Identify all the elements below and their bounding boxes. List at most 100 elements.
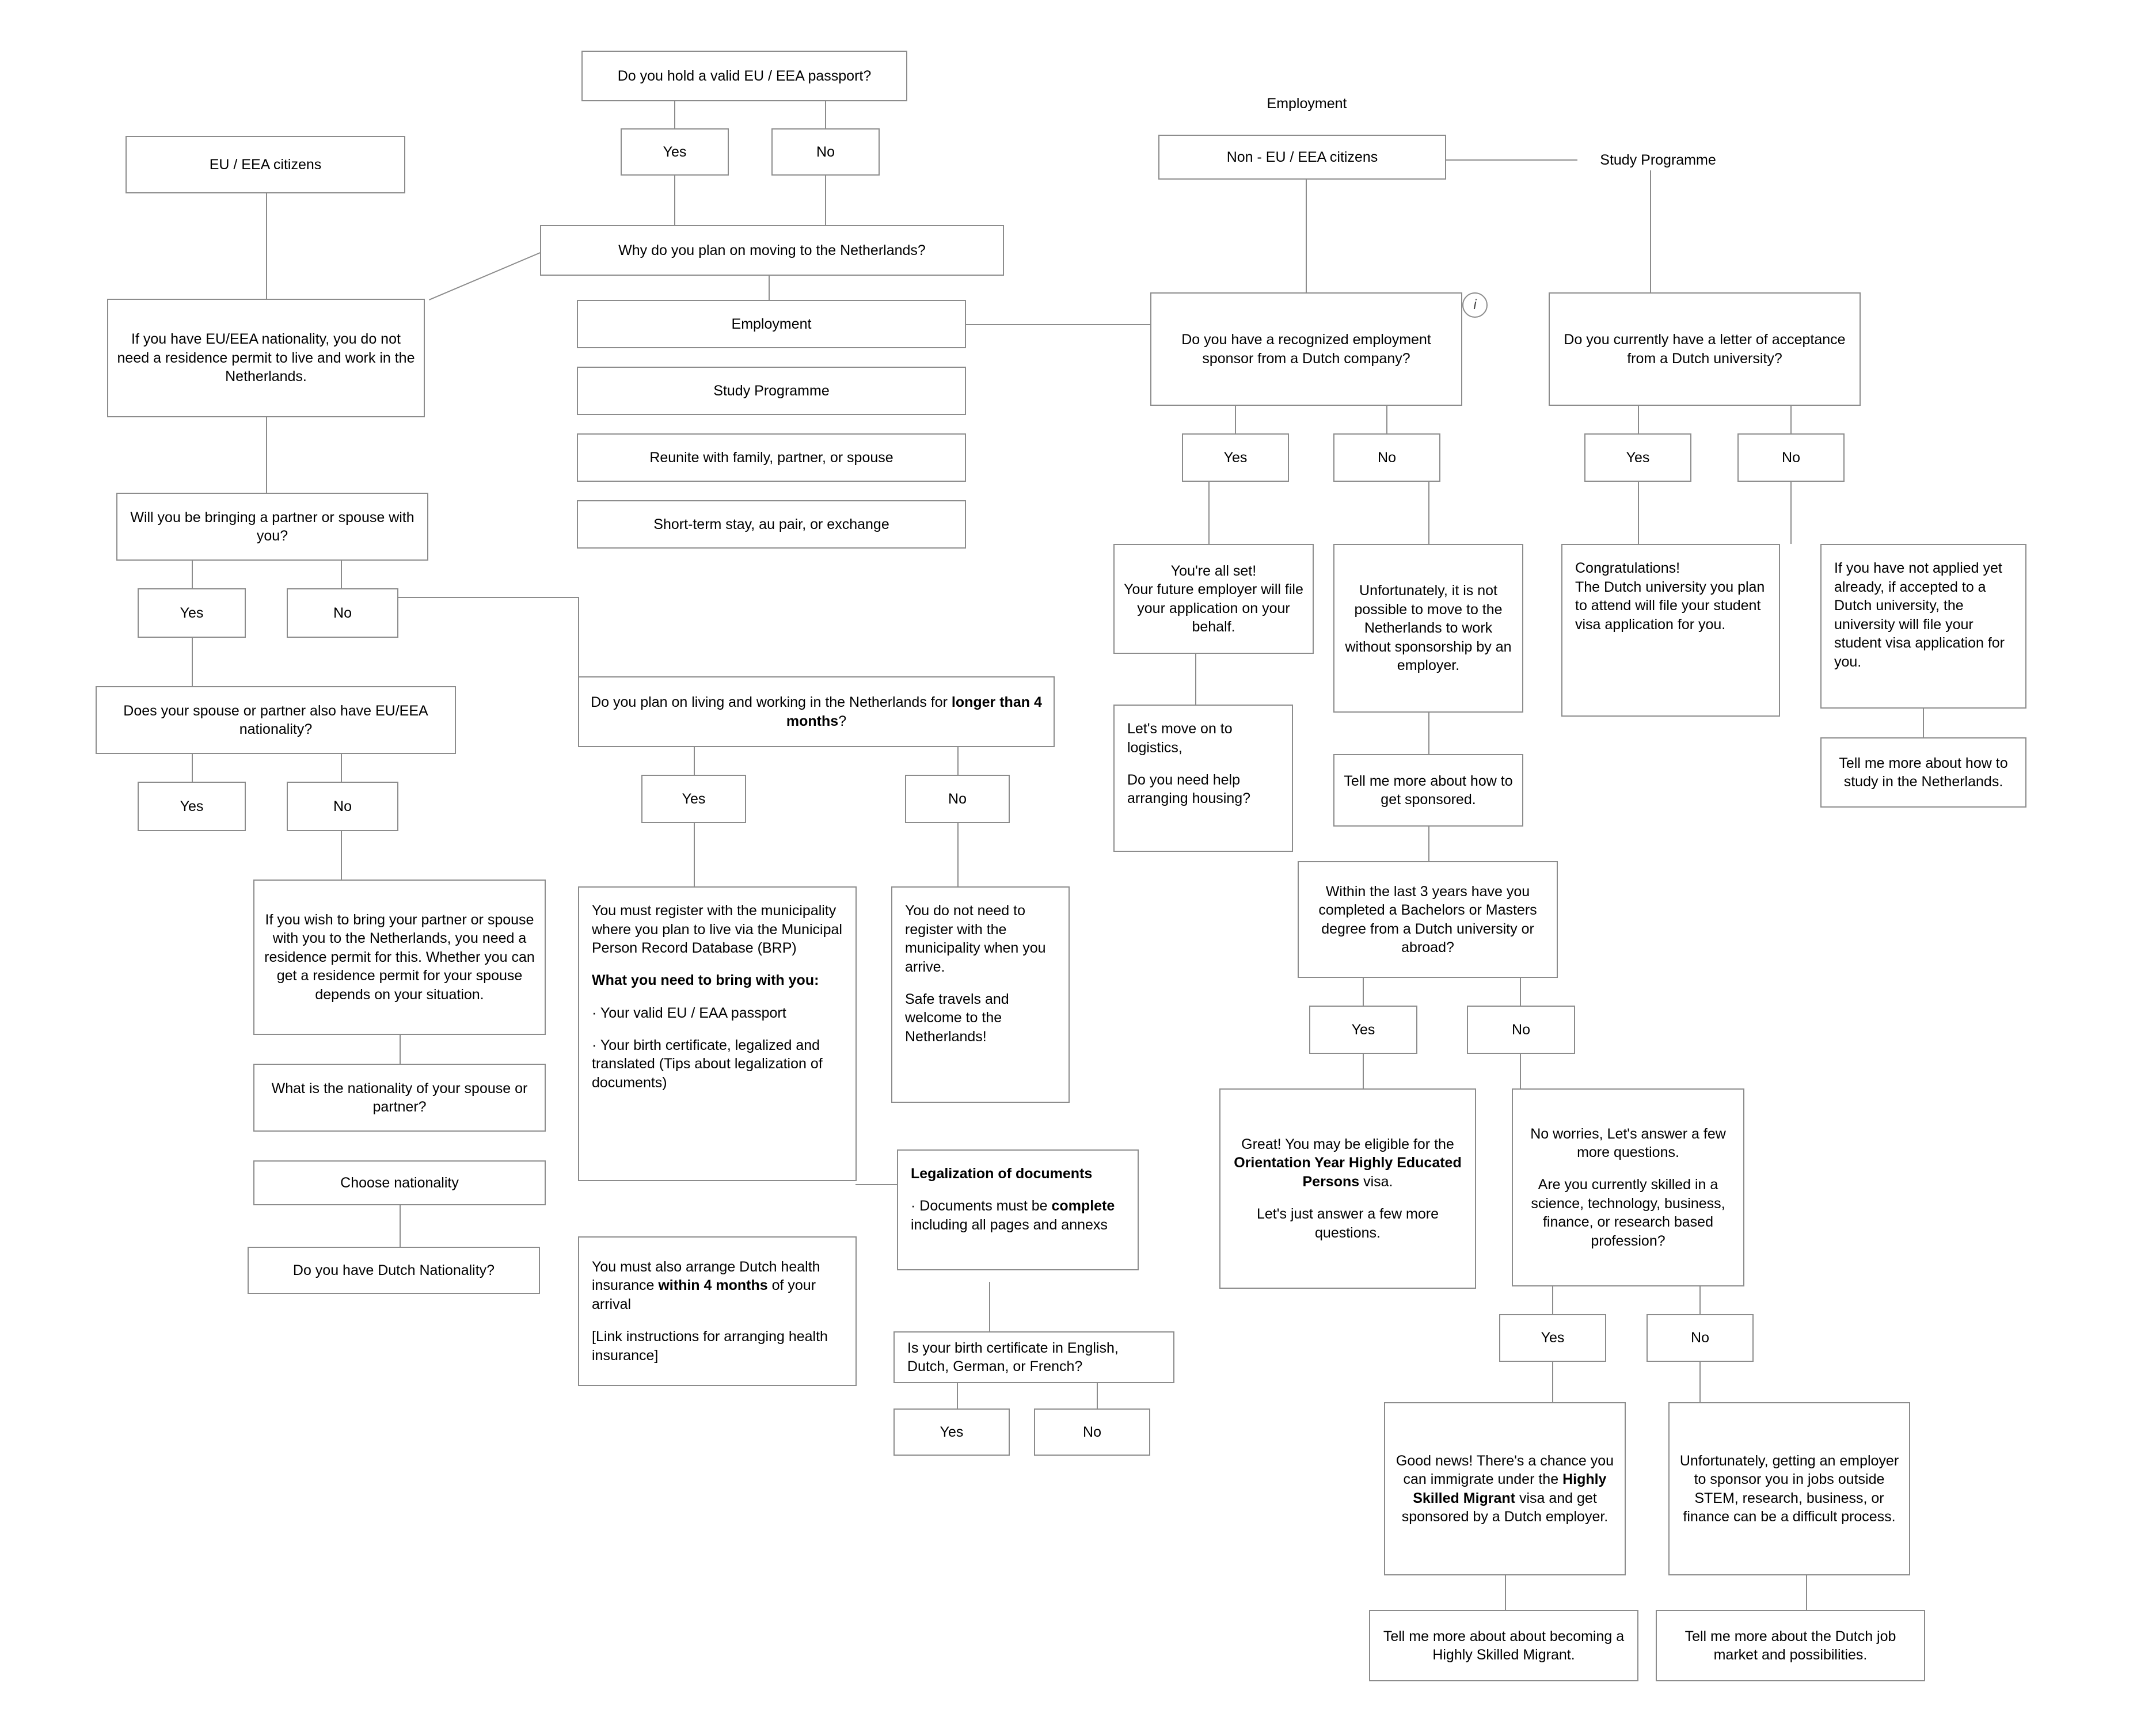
node-letter-acceptance-question[interactable]: Do you currently have a letter of accept… xyxy=(1549,292,1861,406)
node-text: Yes xyxy=(1223,449,1248,466)
node-logistics-housing[interactable]: Let's move on to logistics, Do you need … xyxy=(1113,705,1293,852)
node-text: Yes xyxy=(180,604,204,621)
connector xyxy=(341,561,342,588)
register-p1: You must register with the municipality … xyxy=(592,903,842,956)
legalization-bullet: · Documents must be complete including a… xyxy=(911,1198,1115,1233)
connector xyxy=(957,747,959,775)
node-sponsor-question[interactable]: Do you have a recognized employment spon… xyxy=(1150,292,1462,406)
node-letter-yes[interactable]: Yes xyxy=(1584,433,1691,482)
node-text: No xyxy=(333,604,352,621)
node-passport-yes[interactable]: Yes xyxy=(621,128,729,176)
connector xyxy=(1638,482,1639,544)
node-tell-me-sponsored[interactable]: Tell me more about how to get sponsored. xyxy=(1333,754,1523,827)
node-spouse-eu-no[interactable]: No xyxy=(287,782,398,831)
node-text: No xyxy=(1512,1021,1530,1038)
node-skilled-no[interactable]: No xyxy=(1647,1314,1754,1362)
node-degree-no[interactable]: No xyxy=(1467,1006,1575,1054)
connector xyxy=(966,324,1151,325)
node-bringing-partner-no[interactable]: No xyxy=(287,588,398,638)
node-why-moving[interactable]: Why do you plan on moving to the Netherl… xyxy=(540,225,1004,276)
connector xyxy=(1097,1383,1098,1408)
connector xyxy=(1552,1286,1553,1314)
health-p1: You must also arrange Dutch health insur… xyxy=(592,1258,820,1312)
node-skilled-yes[interactable]: Yes xyxy=(1499,1314,1606,1362)
logistics-p1: Let's move on to logistics, xyxy=(1127,721,1233,756)
node-passport-question[interactable]: Do you hold a valid EU / EEA passport? xyxy=(581,51,907,101)
node-passport-no[interactable]: No xyxy=(771,128,880,176)
node-birth-cert-language-question[interactable]: Is your birth certificate in English, Du… xyxy=(893,1331,1174,1383)
node-text: Short-term stay, au pair, or exchange xyxy=(653,516,889,532)
node-sponsor-no[interactable]: No xyxy=(1333,433,1440,482)
connector xyxy=(1520,978,1521,1006)
connector xyxy=(1650,170,1651,292)
node-birth-cert-yes[interactable]: Yes xyxy=(893,1408,1010,1456)
connector xyxy=(1699,1286,1701,1314)
connector xyxy=(694,823,695,886)
node-tell-me-study[interactable]: Tell me more about how to study in the N… xyxy=(1820,737,2026,808)
connector xyxy=(266,193,267,299)
node-eu-eea-citizens[interactable]: EU / EEA citizens xyxy=(126,136,405,193)
node-sponsor-yes[interactable]: Yes xyxy=(1182,433,1289,482)
node-option-employment[interactable]: Employment xyxy=(577,300,966,348)
node-spouse-eu-question[interactable]: Does your spouse or partner also have EU… xyxy=(96,686,456,754)
info-icon[interactable]: i xyxy=(1462,292,1488,318)
connector xyxy=(674,176,675,225)
node-text: Does your spouse or partner also have EU… xyxy=(123,702,428,738)
node-birth-cert-no[interactable]: No xyxy=(1034,1408,1150,1456)
node-degree-yes[interactable]: Yes xyxy=(1309,1006,1417,1054)
register-bold: What you need to bring with you: xyxy=(592,972,819,989)
node-no-worries-skilled-question[interactable]: No worries, Let's answer a few more ques… xyxy=(1512,1088,1744,1286)
label-text: Employment xyxy=(1267,95,1347,112)
connector xyxy=(192,561,193,588)
orientation-p1: Great! You may be eligible for the Orien… xyxy=(1234,1136,1462,1190)
node-bringing-partner-yes[interactable]: Yes xyxy=(138,588,246,638)
connector xyxy=(1306,180,1307,292)
node-text: If you have not applied yet already, if … xyxy=(1834,560,2005,670)
connector xyxy=(1638,406,1639,433)
node-text: Tell me more about how to study in the N… xyxy=(1839,755,2008,790)
node-eu-nationality-info: If you have EU/EEA nationality, you do n… xyxy=(107,299,425,417)
register-bullet-1: · Your valid EU / EAA passport xyxy=(592,1004,786,1021)
node-bringing-partner-question[interactable]: Will you be bringing a partner or spouse… xyxy=(116,493,428,561)
node-text: Non - EU / EEA citizens xyxy=(1226,149,1378,165)
node-spouse-nationality-question[interactable]: What is the nationality of your spouse o… xyxy=(253,1064,546,1132)
node-option-study-programme[interactable]: Study Programme xyxy=(577,367,966,415)
node-no-register: You do not need to register with the mun… xyxy=(891,886,1070,1103)
connector xyxy=(1428,482,1429,544)
connector xyxy=(825,176,826,225)
node-text: Why do you plan on moving to the Netherl… xyxy=(618,242,926,258)
connector xyxy=(1790,406,1792,433)
node-letter-no[interactable]: No xyxy=(1737,433,1845,482)
node-highly-skilled-migrant: Good news! There's a chance you can immi… xyxy=(1384,1402,1626,1575)
node-non-eu-citizens[interactable]: Non - EU / EEA citizens xyxy=(1158,135,1446,180)
node-text: Yes xyxy=(663,143,687,160)
node-choose-nationality[interactable]: Choose nationality xyxy=(253,1160,546,1205)
node-text: If you have EU/EEA nationality, you do n… xyxy=(117,331,415,385)
node-text: You're all set! Your future employer wil… xyxy=(1124,562,1303,635)
node-tell-me-job-market[interactable]: Tell me more about the Dutch job market … xyxy=(1656,1610,1925,1681)
connector-diagonal xyxy=(429,252,541,300)
node-text: Study Programme xyxy=(713,382,830,399)
node-degree-question[interactable]: Within the last 3 years have you complet… xyxy=(1298,861,1558,978)
connector xyxy=(398,597,579,598)
orientation-p2: Let's just answer a few more questions. xyxy=(1256,1206,1439,1241)
node-not-applied-yet: If you have not applied yet already, if … xyxy=(1820,544,2026,709)
node-text: Unfortunately, getting an employer to sp… xyxy=(1679,1452,1899,1525)
node-text: Unfortunately, it is not possible to mov… xyxy=(1345,583,1512,674)
node-option-short-term-stay[interactable]: Short-term stay, au pair, or exchange xyxy=(577,500,966,549)
node-option-reunite-family[interactable]: Reunite with family, partner, or spouse xyxy=(577,433,966,482)
node-text: No xyxy=(816,143,835,160)
node-text: Yes xyxy=(180,798,204,814)
node-text: Yes xyxy=(1351,1021,1375,1038)
node-spouse-eu-yes[interactable]: Yes xyxy=(138,782,246,831)
connector xyxy=(769,275,770,300)
node-longer-no[interactable]: No xyxy=(905,775,1010,823)
node-dutch-nationality-question[interactable]: Do you have Dutch Nationality? xyxy=(248,1247,540,1294)
connector xyxy=(825,101,826,128)
node-tell-me-hsm[interactable]: Tell me more about about becoming a High… xyxy=(1369,1610,1638,1681)
node-longer-yes[interactable]: Yes xyxy=(641,775,746,823)
connector xyxy=(1363,978,1364,1006)
node-longer-4-months-question[interactable]: Do you plan on living and working in the… xyxy=(578,676,1055,747)
node-text: Do you have a recognized employment spon… xyxy=(1181,332,1431,367)
node-all-set: You're all set! Your future employer wil… xyxy=(1113,544,1314,654)
